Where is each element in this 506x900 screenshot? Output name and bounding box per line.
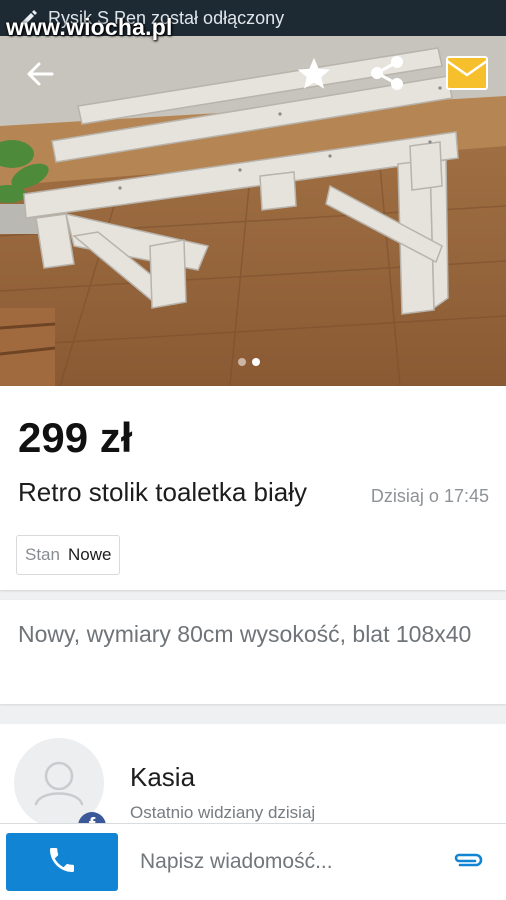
watermark: www.wiocha.pl bbox=[6, 14, 173, 40]
share-icon bbox=[367, 53, 407, 98]
listing-date: Dzisiaj o 17:45 bbox=[370, 486, 489, 506]
listing-description: Nowy, wymiary 80cm wysokość, blat 108x40 bbox=[18, 621, 472, 647]
attach-button[interactable] bbox=[446, 844, 490, 880]
share-button[interactable] bbox=[364, 52, 410, 98]
phone-icon bbox=[46, 844, 78, 881]
param-value: Nowe bbox=[67, 545, 112, 564]
star-icon bbox=[295, 55, 333, 98]
back-arrow-icon bbox=[26, 60, 54, 93]
call-button[interactable] bbox=[6, 833, 118, 891]
seller-name[interactable]: Kasia bbox=[130, 762, 195, 793]
listing-price: 299 zł bbox=[18, 414, 133, 461]
message-button[interactable] bbox=[442, 52, 492, 98]
paperclip-icon bbox=[451, 850, 485, 875]
gallery-pagination bbox=[238, 358, 260, 366]
param-chip-condition: Stan Nowe bbox=[16, 535, 121, 575]
param-key: Stan bbox=[25, 545, 60, 564]
message-input[interactable] bbox=[128, 838, 428, 886]
seller-last-seen: Ostatnio widziany dzisiaj bbox=[130, 803, 316, 822]
photo-gallery[interactable] bbox=[0, 36, 506, 386]
pagination-dot[interactable] bbox=[238, 358, 246, 366]
product-photo bbox=[0, 36, 506, 386]
mail-icon bbox=[445, 53, 489, 98]
status-bar: Rysik S Pen został odłączony www.wiocha.… bbox=[0, 0, 506, 40]
pagination-dot-active[interactable] bbox=[252, 358, 260, 366]
listing-title: Retro stolik toaletka biały bbox=[18, 477, 308, 507]
back-button[interactable] bbox=[18, 56, 62, 96]
favorite-button[interactable] bbox=[292, 54, 336, 98]
